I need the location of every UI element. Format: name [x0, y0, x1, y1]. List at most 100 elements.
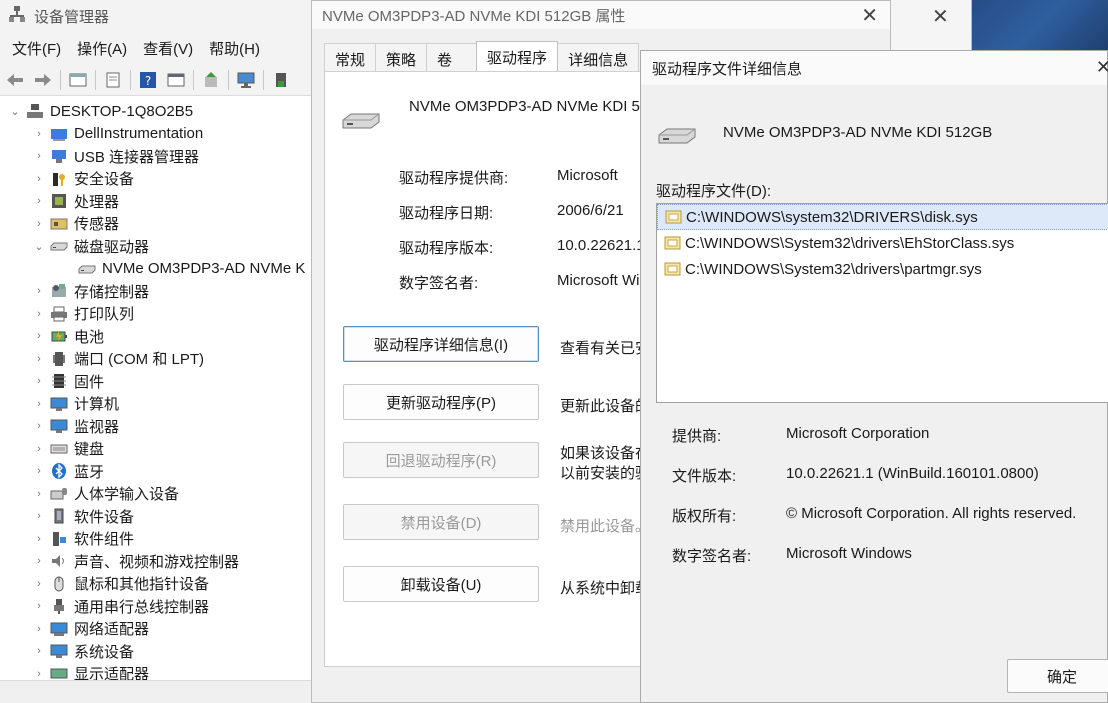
- monitor-icon: [50, 418, 68, 434]
- chevron-right-icon[interactable]: ›: [32, 488, 46, 500]
- chevron-right-icon[interactable]: ›: [32, 128, 46, 140]
- driver-files-list[interactable]: C:\WINDOWS\system32\DRIVERS\disk.sys C:\…: [656, 203, 1108, 403]
- chevron-right-icon[interactable]: ›: [32, 645, 46, 657]
- close-icon[interactable]: ✕: [861, 3, 878, 28]
- tree-category[interactable]: › 显示适配器: [0, 663, 320, 680]
- tree-item-label: 安全设备: [74, 171, 135, 189]
- display-adapter-icon: [50, 666, 68, 680]
- firmware-icon: [50, 373, 68, 389]
- chevron-right-icon[interactable]: ›: [32, 420, 46, 432]
- tree-category[interactable]: › DellInstrumentation: [0, 123, 320, 146]
- tree-category[interactable]: › 打印队列: [0, 303, 320, 326]
- tree-category[interactable]: › 系统设备: [0, 640, 320, 663]
- tree-item-label: 系统设备: [74, 643, 135, 661]
- chevron-down-icon[interactable]: ⌄: [8, 105, 22, 118]
- tree-root[interactable]: ⌄ DESKTOP-1Q8O2B5: [0, 100, 320, 123]
- tree-category[interactable]: › 网络适配器: [0, 618, 320, 641]
- menu-file[interactable]: 文件(F): [4, 38, 69, 59]
- provider-label: 提供商:: [672, 428, 722, 445]
- tree-category[interactable]: › 监视器: [0, 415, 320, 438]
- uninstall-device-button[interactable]: 卸载设备(U): [343, 566, 539, 602]
- tree-category[interactable]: › 蓝牙: [0, 460, 320, 483]
- tree-item-label: 固件: [74, 373, 105, 391]
- close-icon[interactable]: ✕: [932, 4, 949, 29]
- provider-value: Microsoft: [557, 167, 618, 184]
- chevron-right-icon[interactable]: ›: [32, 195, 46, 207]
- close-icon[interactable]: ✕: [1096, 57, 1108, 78]
- cpu-icon: [50, 193, 68, 209]
- chevron-right-icon[interactable]: ›: [32, 375, 46, 387]
- chevron-right-icon[interactable]: ›: [32, 353, 46, 365]
- chevron-right-icon[interactable]: ›: [32, 465, 46, 477]
- software-device-icon: [50, 508, 68, 524]
- chevron-right-icon[interactable]: ›: [32, 668, 46, 680]
- disable-device-button[interactable]: 禁用设备(D): [343, 504, 539, 540]
- chevron-right-icon[interactable]: ›: [32, 533, 46, 545]
- chevron-right-icon[interactable]: ›: [32, 173, 46, 185]
- system-file-icon: [664, 262, 681, 276]
- chevron-right-icon[interactable]: ›: [32, 510, 46, 522]
- menu-help[interactable]: 帮助(H): [201, 38, 268, 59]
- tree-category[interactable]: › 安全设备: [0, 168, 320, 191]
- back-arrow-icon[interactable]: [4, 70, 26, 90]
- chevron-right-icon[interactable]: ›: [32, 555, 46, 567]
- rollback-driver-button[interactable]: 回退驱动程序(R): [343, 442, 539, 478]
- tree-category[interactable]: › 鼠标和其他指针设备: [0, 573, 320, 596]
- menu-view[interactable]: 查看(V): [135, 38, 201, 59]
- chevron-right-icon[interactable]: ›: [32, 443, 46, 455]
- tree-category[interactable]: › 软件组件: [0, 528, 320, 551]
- chevron-right-icon[interactable]: ›: [32, 623, 46, 635]
- update-driver-button[interactable]: 更新驱动程序(P): [343, 384, 539, 420]
- tree-category[interactable]: › 通用串行总线控制器: [0, 595, 320, 618]
- tree-category[interactable]: › 软件设备: [0, 505, 320, 528]
- tree-category[interactable]: › 电池: [0, 325, 320, 348]
- console-view-icon[interactable]: [165, 70, 187, 90]
- battery-icon: [50, 328, 68, 344]
- chevron-right-icon[interactable]: ›: [32, 150, 46, 162]
- tree-item-label: USB 连接器管理器: [74, 148, 200, 166]
- tree-category[interactable]: › USB 连接器管理器: [0, 145, 320, 168]
- chevron-right-icon[interactable]: ›: [32, 308, 46, 320]
- file-row[interactable]: C:\WINDOWS\System32\drivers\EhStorClass.…: [657, 230, 1108, 256]
- file-path: C:\WINDOWS\system32\DRIVERS\disk.sys: [686, 208, 978, 226]
- forward-arrow-icon[interactable]: [32, 70, 54, 90]
- chevron-right-icon[interactable]: ›: [32, 330, 46, 342]
- chevron-right-icon[interactable]: ›: [32, 398, 46, 410]
- disk-drive-icon: [657, 125, 697, 149]
- tree-category[interactable]: › 声音、视频和游戏控制器: [0, 550, 320, 573]
- tree-category[interactable]: › 固件: [0, 370, 320, 393]
- tree-category[interactable]: ⌄ 磁盘驱动器: [0, 235, 320, 258]
- update-driver-icon[interactable]: [200, 70, 222, 90]
- tree-category[interactable]: › 端口 (COM 和 LPT): [0, 348, 320, 371]
- properties-view-icon[interactable]: [67, 70, 89, 90]
- tree-child-item[interactable]: NVMe OM3PDP3-AD NVMe K: [0, 258, 320, 281]
- tree-category[interactable]: › 人体学输入设备: [0, 483, 320, 506]
- help-icon[interactable]: ?: [137, 70, 159, 90]
- disk-icon: [78, 261, 96, 277]
- file-version-label: 文件版本:: [672, 468, 737, 485]
- chevron-right-icon[interactable]: ›: [32, 285, 46, 297]
- ok-button[interactable]: 确定: [1007, 659, 1108, 693]
- chevron-right-icon[interactable]: ›: [32, 600, 46, 612]
- dialog-title: 驱动程序文件详细信息: [641, 51, 1107, 85]
- tree-category[interactable]: › 处理器: [0, 190, 320, 213]
- chevron-right-icon[interactable]: ›: [32, 218, 46, 230]
- tree-category[interactable]: › 键盘: [0, 438, 320, 461]
- tree-category[interactable]: › 传感器: [0, 213, 320, 236]
- tab-driver[interactable]: 驱动程序: [476, 41, 559, 75]
- file-row[interactable]: C:\WINDOWS\system32\DRIVERS\disk.sys: [657, 204, 1108, 230]
- tree-category[interactable]: › 存储控制器: [0, 280, 320, 303]
- tree-category[interactable]: › 计算机: [0, 393, 320, 416]
- chevron-right-icon[interactable]: ›: [32, 578, 46, 590]
- menu-action[interactable]: 操作(A): [69, 38, 135, 59]
- tree-item-label: 存储控制器: [74, 283, 150, 301]
- file-row[interactable]: C:\WINDOWS\System32\drivers\partmgr.sys: [657, 256, 1108, 282]
- driver-details-button[interactable]: 驱动程序详细信息(I): [343, 326, 539, 362]
- scan-hardware-icon[interactable]: [235, 70, 257, 90]
- tree-item-label: NVMe OM3PDP3-AD NVMe K: [102, 260, 306, 278]
- driver-file-details-dialog: 驱动程序文件详细信息 ✕ NVMe OM3PDP3-AD NVMe KDI 51…: [640, 50, 1108, 703]
- enable-device-icon[interactable]: [270, 70, 292, 90]
- svg-text:?: ?: [145, 74, 151, 88]
- document-icon[interactable]: [102, 70, 124, 90]
- chevron-down-icon[interactable]: ⌄: [32, 240, 46, 253]
